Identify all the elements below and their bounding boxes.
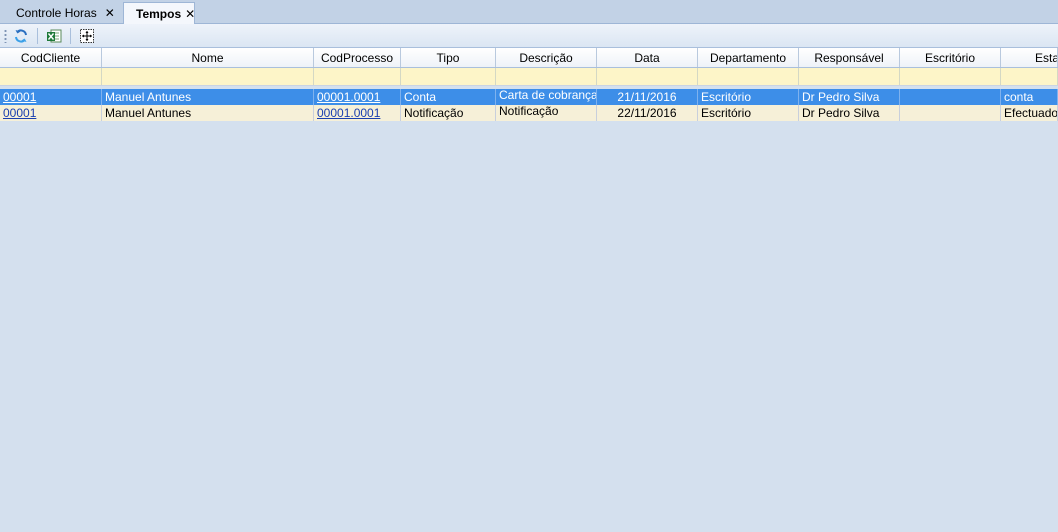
cell-escritorio[interactable] <box>900 105 1001 121</box>
toolbar <box>0 24 1058 48</box>
filter-cell[interactable] <box>1001 68 1058 85</box>
refresh-icon <box>15 28 27 43</box>
codprocesso-link[interactable]: 00001.0001 <box>317 90 380 104</box>
column-header[interactable]: Tipo <box>401 48 496 67</box>
filter-cell[interactable] <box>597 68 698 85</box>
toolbar-grip[interactable] <box>4 28 7 43</box>
cell-estado[interactable]: conta <box>1001 89 1058 105</box>
cell-codprocesso[interactable]: 00001.0001 <box>314 89 401 105</box>
column-header[interactable]: CodCliente <box>0 48 102 67</box>
cell-tipo[interactable]: Notificação <box>401 105 496 121</box>
column-header[interactable]: Data <box>597 48 698 67</box>
cell-descricao[interactable]: Notificação <box>496 105 597 121</box>
table-row[interactable]: 00001 Manuel Antunes 00001.0001 Conta Ca… <box>0 89 1058 105</box>
cell-departamento[interactable]: Escritório <box>698 89 799 105</box>
filter-cell[interactable] <box>0 68 102 85</box>
filter-cell[interactable] <box>401 68 496 85</box>
cell-estado[interactable]: Efectuado <box>1001 105 1058 121</box>
codcliente-link[interactable]: 00001 <box>3 106 36 120</box>
cell-tipo[interactable]: Conta <box>401 89 496 105</box>
data-grid: CodCliente Nome CodProcesso Tipo Descriç… <box>0 48 1058 121</box>
cell-nome[interactable]: Manuel Antunes <box>102 105 314 121</box>
excel-icon <box>47 29 62 42</box>
cell-nome[interactable]: Manuel Antunes <box>102 89 314 105</box>
tab-controle-horas[interactable]: Controle Horas ✕ <box>4 2 120 24</box>
column-header[interactable]: Responsável <box>799 48 900 67</box>
fit-columns-button[interactable] <box>77 26 97 46</box>
refresh-button[interactable] <box>11 26 31 46</box>
tab-tempos[interactable]: Tempos ✕ <box>123 2 195 25</box>
codprocesso-link[interactable]: 00001.0001 <box>317 106 380 120</box>
cell-descricao[interactable]: Carta de cobrança <box>496 89 597 105</box>
fit-columns-icon <box>80 28 94 43</box>
column-header[interactable]: CodProcesso <box>314 48 401 67</box>
column-header[interactable]: Nome <box>102 48 314 67</box>
cell-data[interactable]: 21/11/2016 <box>597 89 698 105</box>
tab-label: Controle Horas <box>16 6 97 20</box>
close-icon[interactable]: ✕ <box>185 8 195 20</box>
cell-codcliente[interactable]: 00001 <box>0 89 102 105</box>
tab-label: Tempos <box>136 7 182 21</box>
filter-cell[interactable] <box>799 68 900 85</box>
column-header[interactable]: Escritório <box>900 48 1001 67</box>
cell-departamento[interactable]: Escritório <box>698 105 799 121</box>
codcliente-link[interactable]: 00001 <box>3 90 36 104</box>
column-header[interactable]: Descrição <box>496 48 597 67</box>
table-row[interactable]: 00001 Manuel Antunes 00001.0001 Notifica… <box>0 105 1058 121</box>
filter-cell[interactable] <box>496 68 597 85</box>
filter-row <box>0 68 1058 86</box>
filter-cell[interactable] <box>102 68 314 85</box>
app-window: Controle Horas ✕ Tempos ✕ CodCliente Nom… <box>0 0 1058 532</box>
cell-codcliente[interactable]: 00001 <box>0 105 102 121</box>
cell-responsavel[interactable]: Dr Pedro Silva <box>799 105 900 121</box>
toolbar-separator <box>37 27 38 44</box>
column-header[interactable]: Estado <box>1001 48 1058 67</box>
cell-codprocesso[interactable]: 00001.0001 <box>314 105 401 121</box>
column-header[interactable]: Departamento <box>698 48 799 67</box>
filter-cell[interactable] <box>900 68 1001 85</box>
cell-escritorio[interactable] <box>900 89 1001 105</box>
cell-data[interactable]: 22/11/2016 <box>597 105 698 121</box>
close-icon[interactable]: ✕ <box>105 7 115 19</box>
export-excel-button[interactable] <box>44 26 64 46</box>
toolbar-separator <box>70 27 71 44</box>
filter-cell[interactable] <box>314 68 401 85</box>
filter-cell[interactable] <box>698 68 799 85</box>
cell-responsavel[interactable]: Dr Pedro Silva <box>799 89 900 105</box>
grid-header-row: CodCliente Nome CodProcesso Tipo Descriç… <box>0 48 1058 68</box>
tab-strip: Controle Horas ✕ Tempos ✕ <box>0 0 1058 25</box>
